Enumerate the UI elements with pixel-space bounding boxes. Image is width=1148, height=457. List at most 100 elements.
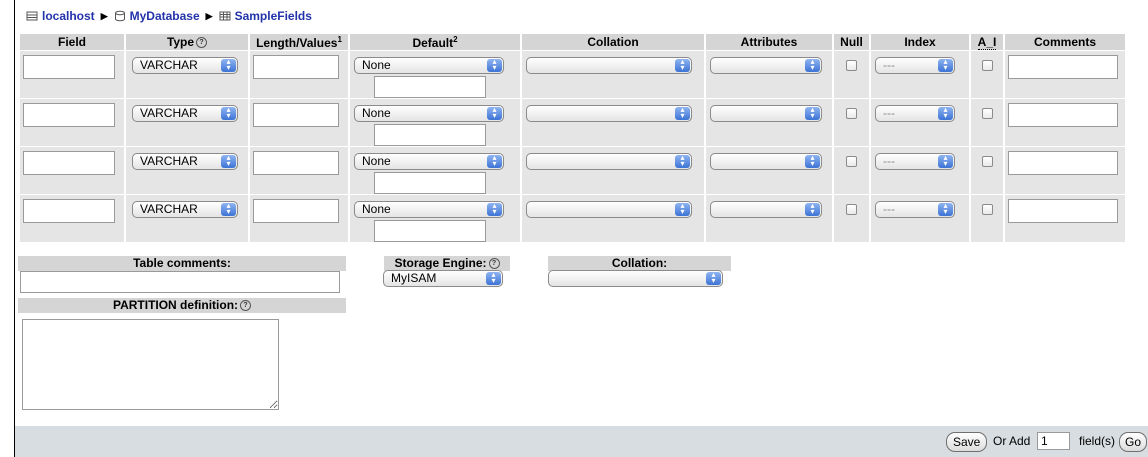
type-value: VARCHAR	[140, 58, 198, 72]
add-field-count-input[interactable]	[1037, 432, 1070, 450]
col-type-label: Type	[166, 35, 195, 49]
auto-increment-checkbox[interactable]	[981, 108, 993, 119]
select-arrows-icon: ▴ ▾	[805, 202, 820, 216]
type-value: VARCHAR	[140, 154, 198, 168]
comments-input[interactable]	[1008, 103, 1118, 127]
comments-cell	[1005, 99, 1125, 147]
length-values-input[interactable]	[253, 55, 339, 79]
select-arrows-icon: ▴ ▾	[675, 106, 690, 120]
help-icon[interactable]: ?	[240, 300, 252, 312]
length-values-input[interactable]	[253, 103, 339, 127]
null-checkbox[interactable]	[846, 60, 857, 71]
null-cell	[834, 195, 869, 243]
collation-select[interactable]: ▴ ▾	[526, 57, 692, 74]
auto-increment-checkbox[interactable]	[981, 156, 993, 167]
default-value-input[interactable]	[374, 124, 486, 146]
or-add-label: Or Add	[993, 434, 1031, 448]
col-type: Type?	[126, 34, 248, 51]
type-select[interactable]: VARCHAR ▴ ▾	[132, 57, 238, 74]
collation-cell: ▴ ▾	[522, 147, 704, 195]
null-cell	[834, 51, 869, 99]
select-arrows-icon: ▴ ▾	[805, 58, 820, 72]
help-icon[interactable]: ?	[196, 37, 208, 49]
collation-select[interactable]: ▴ ▾	[526, 201, 692, 218]
null-checkbox[interactable]	[846, 156, 857, 167]
col-field-label: Field	[57, 35, 86, 49]
index-value: ---	[883, 106, 895, 120]
select-arrows-icon: ▴ ▾	[487, 154, 502, 168]
collation-select[interactable]: ▴ ▾	[526, 105, 692, 122]
breadcrumb-database[interactable]: MyDatabase	[114, 9, 200, 23]
save-button[interactable]: Save	[946, 432, 988, 452]
default-select[interactable]: None ▴ ▾	[354, 105, 504, 122]
storage-engine-select[interactable]: MyISAM ▴ ▾	[383, 270, 503, 287]
col-attributes-label: Attributes	[740, 35, 798, 49]
comments-input[interactable]	[1008, 151, 1118, 175]
col-null-label: Null	[840, 35, 863, 49]
default-value-input[interactable]	[374, 220, 486, 242]
auto-increment-checkbox[interactable]	[981, 204, 993, 215]
field-cell	[20, 99, 124, 147]
field-name-input[interactable]	[23, 151, 115, 175]
partition-textarea[interactable]	[22, 319, 279, 410]
null-checkbox[interactable]	[846, 204, 857, 215]
help-icon[interactable]: ?	[488, 258, 500, 270]
attributes-select[interactable]: ▴ ▾	[710, 105, 822, 122]
fields-header-row: Field Type? Length/Values1 Default2 Coll…	[20, 34, 1125, 51]
index-select[interactable]: --- ▴ ▾	[875, 201, 955, 218]
partition-header: PARTITION definition:?	[18, 298, 346, 313]
storage-engine-label: Storage Engine:	[394, 256, 487, 270]
select-arrows-icon: ▴ ▾	[805, 106, 820, 120]
index-select[interactable]: --- ▴ ▾	[875, 105, 955, 122]
table-icon	[219, 11, 231, 21]
type-select[interactable]: VARCHAR ▴ ▾	[132, 153, 238, 170]
comments-cell	[1005, 51, 1125, 99]
length-cell	[250, 195, 348, 243]
default-select[interactable]: None ▴ ▾	[354, 57, 504, 74]
length-values-input[interactable]	[253, 199, 339, 223]
index-select[interactable]: --- ▴ ▾	[875, 57, 955, 74]
collation-cell: ▴ ▾	[522, 195, 704, 243]
select-arrows-icon: ▴ ▾	[221, 106, 236, 120]
breadcrumb-server-label: localhost	[42, 9, 95, 23]
breadcrumb-server[interactable]: localhost	[26, 9, 95, 23]
null-checkbox[interactable]	[846, 108, 857, 119]
attributes-select[interactable]: ▴ ▾	[710, 153, 822, 170]
default-value-input[interactable]	[374, 172, 486, 194]
length-cell	[250, 147, 348, 195]
field-name-input[interactable]	[23, 103, 115, 127]
auto-increment-checkbox[interactable]	[981, 60, 993, 71]
length-values-input[interactable]	[253, 151, 339, 175]
attributes-select[interactable]: ▴ ▾	[710, 57, 822, 74]
field-row: VARCHAR ▴ ▾ None ▴ ▾ ▴ ▾ ▴ ▾ --- ▴ ▾	[20, 99, 1125, 147]
comments-input[interactable]	[1008, 199, 1118, 223]
select-arrows-icon: ▴ ▾	[221, 154, 236, 168]
attributes-cell: ▴ ▾	[706, 51, 832, 99]
table-comments-input[interactable]	[20, 271, 340, 293]
default-select[interactable]: None ▴ ▾	[354, 201, 504, 218]
null-cell	[834, 99, 869, 147]
fields-label: field(s)	[1079, 434, 1116, 448]
table-comments-label: Table comments:	[18, 256, 346, 271]
default-select[interactable]: None ▴ ▾	[354, 153, 504, 170]
field-name-input[interactable]	[23, 199, 115, 223]
go-button[interactable]: Go	[1119, 432, 1148, 452]
default-cell: None ▴ ▾	[350, 99, 520, 147]
index-value: ---	[883, 154, 895, 168]
attributes-cell: ▴ ▾	[706, 99, 832, 147]
col-collation: Collation	[522, 34, 704, 51]
type-select[interactable]: VARCHAR ▴ ▾	[132, 201, 238, 218]
breadcrumb-database-label: MyDatabase	[129, 9, 200, 23]
type-select[interactable]: VARCHAR ▴ ▾	[132, 105, 238, 122]
index-select[interactable]: --- ▴ ▾	[875, 153, 955, 170]
field-name-input[interactable]	[23, 55, 115, 79]
table-collation-select[interactable]: ▴ ▾	[548, 270, 723, 287]
attributes-select[interactable]: ▴ ▾	[710, 201, 822, 218]
breadcrumb-table-label: SampleFields	[234, 9, 312, 23]
default-value-input[interactable]	[374, 76, 486, 98]
comments-input[interactable]	[1008, 55, 1118, 79]
collation-select[interactable]: ▴ ▾	[526, 153, 692, 170]
select-arrows-icon: ▴ ▾	[221, 58, 236, 72]
col-index: Index	[871, 34, 969, 51]
breadcrumb-table[interactable]: SampleFields	[219, 9, 312, 23]
